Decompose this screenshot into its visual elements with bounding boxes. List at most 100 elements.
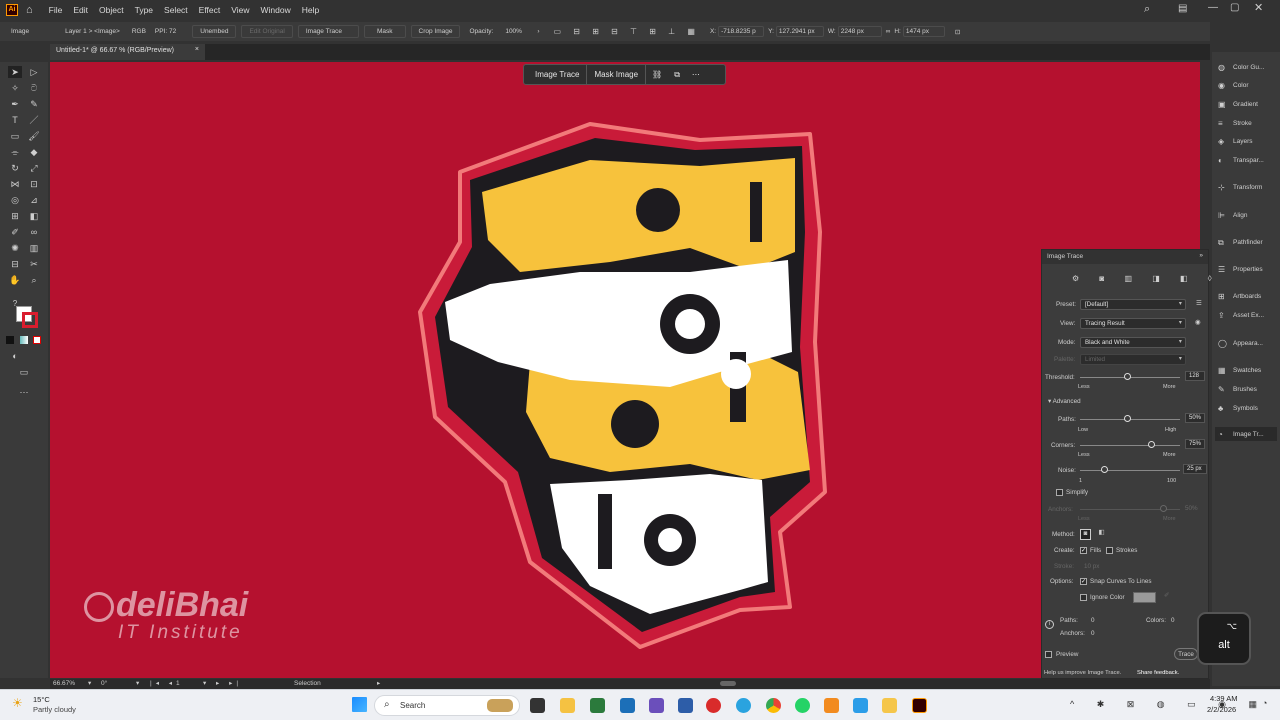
rotation-chevron-icon[interactable]: ▾ [136, 679, 139, 687]
menu-view[interactable]: View [231, 5, 249, 15]
app-icon-2[interactable] [620, 698, 635, 713]
eyedropper-icon[interactable]: ✐ [1164, 592, 1169, 599]
type-tool-icon[interactable]: T [8, 114, 22, 126]
more-options-icon[interactable]: ⋯ [692, 70, 700, 79]
preset-dropdown[interactable]: [Default] [1080, 299, 1186, 310]
mesh-tool-icon[interactable]: ⊞ [8, 210, 22, 222]
eye-icon[interactable]: ◉ [1195, 319, 1201, 326]
ctx-image-trace-button[interactable]: Image Trace [528, 65, 588, 84]
panel-gradient[interactable]: ▣ Gradient [1218, 97, 1258, 111]
menu-type[interactable]: Type [135, 5, 153, 15]
task-view-icon[interactable] [530, 698, 545, 713]
panel-transform[interactable]: ⊹ Transform [1218, 180, 1262, 194]
app-icon-5[interactable] [706, 698, 721, 713]
rotation-field[interactable]: 0° [101, 680, 107, 687]
eyedropper-icon[interactable]: ✐ [8, 226, 22, 238]
taskbar-search[interactable]: ⌕ Search [374, 695, 520, 716]
noise-slider[interactable] [1101, 466, 1108, 473]
threshold-field[interactable]: 128 [1185, 371, 1205, 381]
telegram-icon[interactable] [736, 698, 751, 713]
perspective-grid-icon[interactable]: ⊿ [27, 194, 41, 206]
trace-button[interactable]: Trace [1174, 648, 1198, 660]
link-icon[interactable]: ⛓ [652, 70, 662, 79]
y-field[interactable]: 127.2941 px [775, 26, 824, 37]
anchors-slider[interactable] [1160, 505, 1167, 512]
advanced-toggle[interactable]: ▾ Advanced [1048, 398, 1081, 405]
app-icon-7[interactable] [853, 698, 868, 713]
horizontal-scrollbar[interactable] [720, 681, 736, 686]
panel-color-guide[interactable]: ◍ Color Gu... [1218, 60, 1264, 74]
artboard-number[interactable]: 1 [176, 680, 180, 687]
width-tool-icon[interactable]: ⋈ [8, 178, 22, 190]
app-icon-8[interactable] [882, 698, 897, 713]
search-icon[interactable]: ⌕ [1144, 3, 1150, 16]
draw-mode-icon[interactable]: ◐ [8, 350, 22, 362]
panel-asset-export[interactable]: ⇪ Asset Ex... [1218, 308, 1264, 322]
simplify-checkbox[interactable] [1056, 489, 1063, 496]
rotate-tool-icon[interactable]: ↻ [8, 162, 22, 174]
corners-field[interactable]: 75% [1185, 439, 1205, 449]
file-explorer-icon[interactable] [560, 698, 575, 713]
info-icon[interactable]: i [1045, 620, 1054, 629]
strokes-checkbox[interactable] [1106, 547, 1113, 554]
view-dropdown[interactable]: Tracing Result [1080, 318, 1186, 329]
panel-transparency[interactable]: ◐ Transpar... [1218, 153, 1264, 167]
pen-tool-icon[interactable]: ✒ [8, 98, 22, 110]
blend-tool-icon[interactable]: ∞ [27, 226, 41, 238]
ignore-color-checkbox[interactable] [1080, 594, 1087, 601]
document-tab[interactable]: Untitled-1* @ 66.67 % (RGB/Preview) × [50, 44, 205, 60]
graph-tool-icon[interactable]: ▥ [27, 242, 41, 254]
clock-time[interactable]: 4:39 AM [1210, 694, 1238, 703]
artboard-tool-icon[interactable]: ⊟ [8, 258, 22, 270]
artboard-nav-prev-icon[interactable]: |◂ ◂ [150, 679, 176, 687]
panel-align[interactable]: ⊫ Align [1218, 208, 1247, 222]
hand-tool-icon[interactable]: ✋ [8, 274, 22, 286]
shape-builder-icon[interactable]: ◎ [8, 194, 22, 206]
threshold-slider[interactable] [1124, 373, 1131, 380]
slice-tool-icon[interactable]: ✂ [27, 258, 41, 270]
panel-image-trace[interactable]: ◔ Image Tr... [1215, 427, 1277, 441]
notification-icon[interactable]: ◔ [1262, 698, 1267, 708]
symbol-sprayer-icon[interactable]: ✺ [8, 242, 22, 254]
zoom-field[interactable]: 66.67% [53, 680, 75, 687]
noise-track[interactable] [1080, 470, 1180, 471]
snap-checkbox[interactable]: ✓ [1080, 578, 1087, 585]
corners-slider[interactable] [1148, 441, 1155, 448]
windows-start-icon[interactable] [352, 697, 367, 712]
panel-artboards[interactable]: ⊞ Artboards [1218, 289, 1261, 303]
zoom-tool-icon[interactable]: ⌕ [27, 274, 41, 286]
transform-icon[interactable]: ⊡ [955, 28, 960, 36]
share-feedback-link[interactable]: Share feedback. [1137, 670, 1179, 676]
home-icon[interactable]: ⌂ [26, 4, 33, 16]
w-field[interactable]: 2248 px [837, 26, 882, 37]
panel-stroke[interactable]: ≡ Stroke [1218, 116, 1252, 130]
mask-button[interactable]: Mask [363, 25, 406, 38]
app-icon[interactable] [590, 698, 605, 713]
eraser-icon[interactable]: ◆ [27, 146, 41, 158]
x-field[interactable]: -718.8235 p [718, 26, 765, 37]
rectangle-tool-icon[interactable]: ▭ [8, 130, 22, 142]
close-icon[interactable]: ✕ [1254, 1, 1263, 14]
paths-field[interactable]: 50% [1185, 413, 1205, 423]
whatsapp-icon[interactable] [795, 698, 810, 713]
preset-list-icon[interactable]: ☰ [1196, 300, 1202, 307]
ctx-mask-image-button[interactable]: Mask Image [587, 65, 647, 84]
tab-close-icon[interactable]: × [195, 46, 199, 53]
maximize-icon[interactable]: ▢ [1230, 2, 1239, 13]
method-overlapping-icon[interactable]: ◧ [1096, 529, 1107, 540]
panel-symbols[interactable]: ♣ Symbols [1218, 401, 1258, 415]
artboard-canvas[interactable]: deliBhai IT Institute [50, 62, 1200, 678]
link-icon[interactable]: ∞ [886, 28, 891, 35]
preset-icon-row[interactable]: ⚙ ◙ ▥ ◨ ◧ ◊ [1072, 274, 1221, 283]
app-icon-3[interactable] [649, 698, 664, 713]
palette-dropdown[interactable]: Limited [1080, 354, 1186, 365]
panel-swatches[interactable]: ▦ Swatches [1218, 363, 1261, 377]
panel-layers[interactable]: ◈ Layers [1218, 134, 1253, 148]
opacity-field[interactable]: 100% [498, 26, 532, 37]
crop-image-button[interactable]: Crop Image [410, 25, 461, 38]
screen-mode-icon[interactable]: ▭ [17, 366, 31, 378]
curvature-tool-icon[interactable]: ✎ [27, 98, 41, 110]
artboard-chevron-icon[interactable]: ▾ [203, 679, 206, 687]
clock-date[interactable]: 2/2/2026 [1207, 705, 1236, 714]
magic-wand-icon[interactable]: ✧ [8, 82, 22, 94]
